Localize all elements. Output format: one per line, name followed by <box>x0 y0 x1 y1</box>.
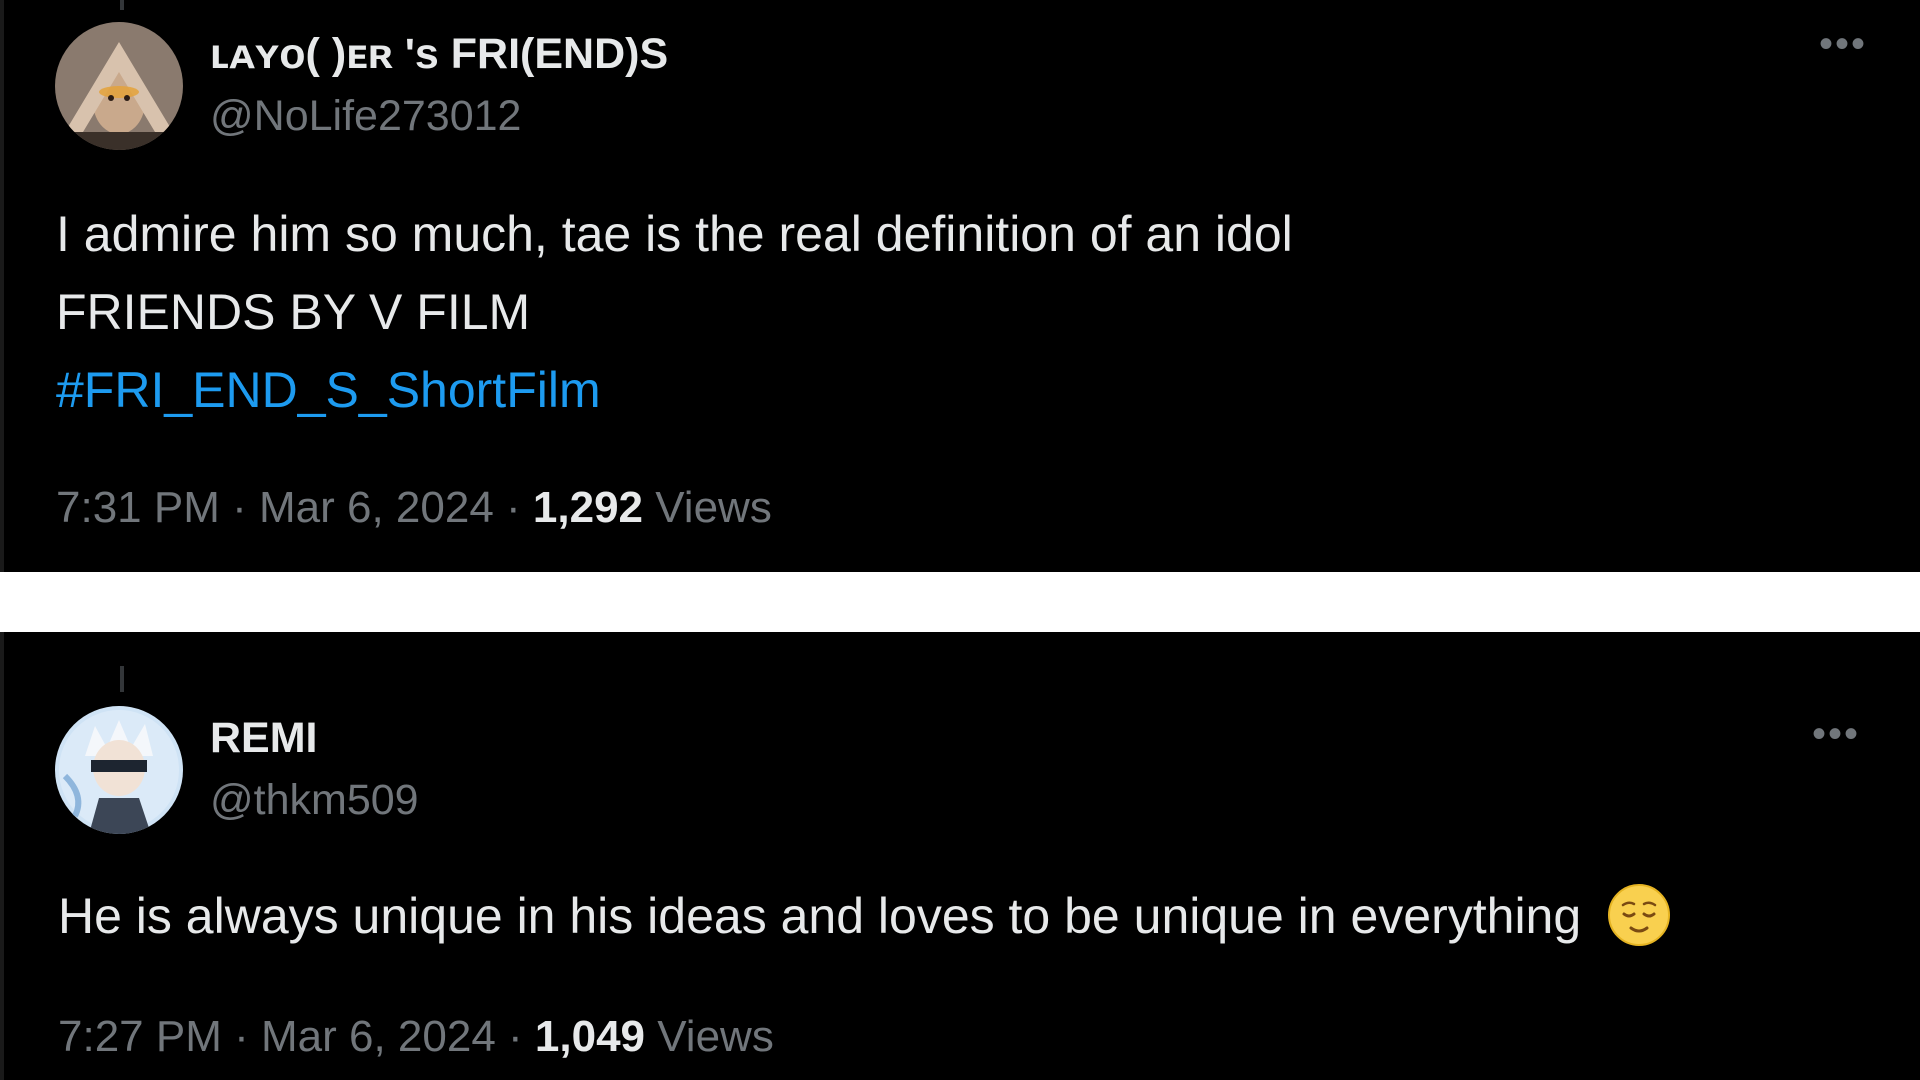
tweet-text-line: He is always unique in his ideas and lov… <box>58 888 1582 944</box>
views-label: Views <box>643 483 772 532</box>
more-icon[interactable]: ••• <box>1812 712 1860 757</box>
tweet-card[interactable]: ʟᴀʏᴏ( )ᴇʀ 's FRI(END)S @NoLife273012 •••… <box>0 0 1920 572</box>
views-count[interactable]: 1,292 <box>533 483 643 532</box>
tweet-time[interactable]: 7:27 PM <box>58 1012 222 1061</box>
tweet-text-line: FRIENDS BY V FILM <box>56 284 531 340</box>
display-name[interactable]: ʟᴀʏᴏ( )ᴇʀ 's FRI(END)S <box>210 30 668 79</box>
tweet-text: He is always unique in his ideas and lov… <box>58 877 1880 955</box>
separator-dot: · <box>495 1012 535 1061</box>
tweet-time[interactable]: 7:31 PM <box>56 483 220 532</box>
user-handle[interactable]: @NoLife273012 <box>210 92 521 141</box>
tweet-meta: 7:27 PM · Mar 6, 2024 · 1,049 Views <box>58 1012 774 1062</box>
tweet-date[interactable]: Mar 6, 2024 <box>259 483 494 532</box>
avatar[interactable] <box>55 706 183 834</box>
more-icon[interactable]: ••• <box>1819 22 1867 67</box>
card-border <box>0 632 4 1080</box>
views-count[interactable]: 1,049 <box>535 1012 645 1061</box>
hashtag-link[interactable]: #FRI_END_S_ShortFilm <box>56 351 1860 429</box>
tweet-date[interactable]: Mar 6, 2024 <box>261 1012 496 1061</box>
tweet-meta: 7:31 PM · Mar 6, 2024 · 1,292 Views <box>56 483 772 533</box>
separator-dot: · <box>493 483 533 532</box>
avatar-image <box>55 706 183 834</box>
views-label: Views <box>645 1012 774 1061</box>
user-handle[interactable]: @thkm509 <box>210 776 419 825</box>
avatar-image <box>55 22 183 150</box>
separator-dot: · <box>219 483 259 532</box>
separator-dot: · <box>221 1012 261 1061</box>
tweet-text-line: I admire him so much, tae is the real de… <box>56 206 1293 262</box>
thread-connector <box>120 0 124 10</box>
tweet-text: I admire him so much, tae is the real de… <box>56 195 1860 429</box>
card-border <box>0 0 4 572</box>
display-name[interactable]: REMI <box>210 714 318 763</box>
thread-connector <box>120 666 124 692</box>
avatar[interactable] <box>55 22 183 150</box>
relieved-face-emoji <box>1608 883 1671 946</box>
